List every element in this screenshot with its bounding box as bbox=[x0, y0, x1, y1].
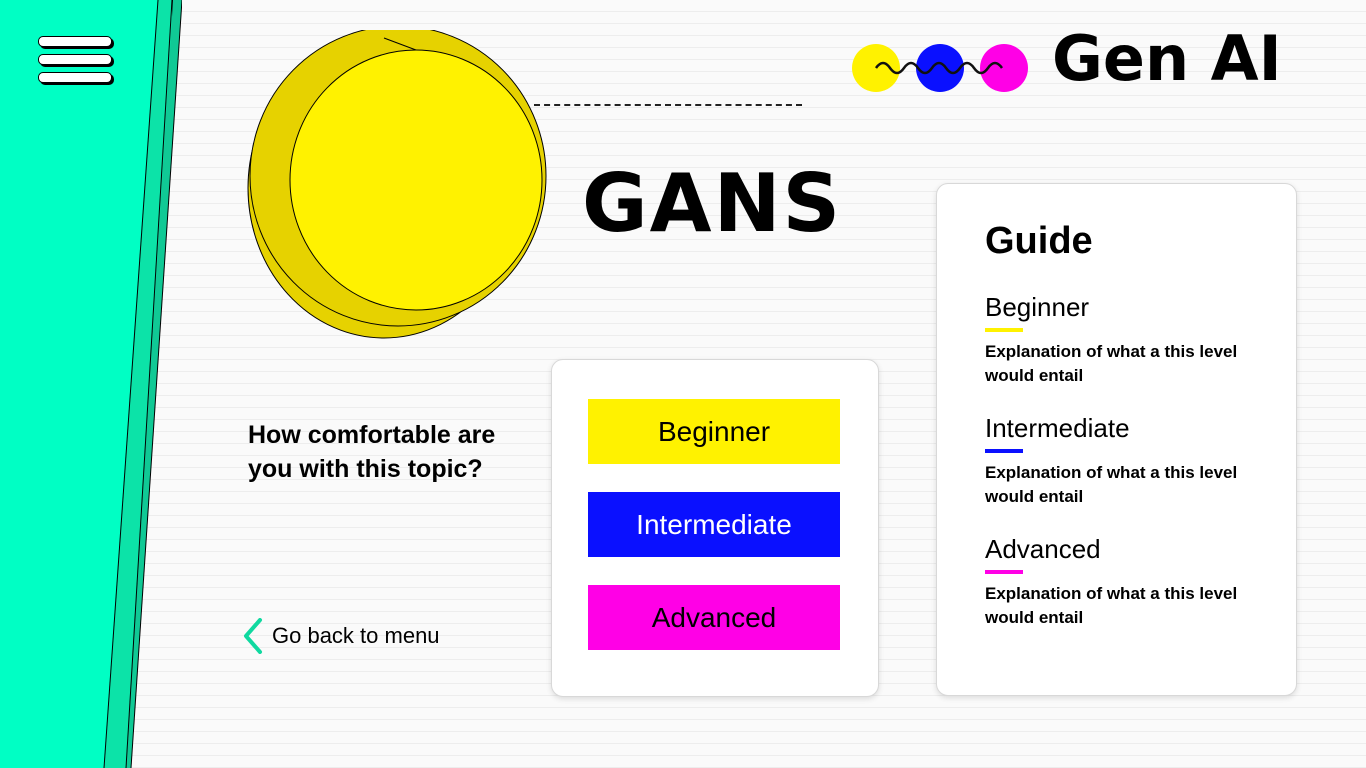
beginner-underline bbox=[985, 328, 1023, 332]
guide-item-beginner: Beginner Explanation of what a this leve… bbox=[985, 292, 1275, 388]
guide-item-description: Explanation of what a this level would e… bbox=[985, 584, 1238, 627]
comfort-question: How comfortable are you with this topic? bbox=[248, 421, 496, 483]
guide-item-label: Advanced bbox=[985, 534, 1101, 564]
dashed-divider bbox=[534, 104, 802, 106]
beginner-button[interactable]: Beginner bbox=[588, 399, 840, 464]
guide-item-description: Explanation of what a this level would e… bbox=[985, 342, 1238, 385]
back-to-menu-link[interactable]: Go back to menu bbox=[240, 618, 440, 654]
chevron-left-icon bbox=[244, 618, 262, 654]
advanced-button[interactable]: Advanced bbox=[588, 585, 840, 650]
level-selection-card: Beginner Intermediate Advanced bbox=[551, 359, 879, 697]
advanced-underline bbox=[985, 570, 1023, 574]
hamburger-menu-icon[interactable] bbox=[38, 34, 114, 86]
guide-title: Guide bbox=[985, 220, 1093, 262]
back-link-label: Go back to menu bbox=[272, 623, 440, 648]
guide-card: Guide Beginner Explanation of what a thi… bbox=[936, 183, 1297, 696]
logo-dots-icon bbox=[852, 44, 1028, 92]
intermediate-button[interactable]: Intermediate bbox=[588, 492, 840, 557]
intermediate-underline bbox=[985, 449, 1023, 453]
page-title: GANS bbox=[582, 157, 843, 250]
guide-item-label: Beginner bbox=[985, 292, 1090, 322]
coin-illustration bbox=[247, 30, 547, 339]
logo-text: Gen AI bbox=[1052, 22, 1282, 95]
guide-item-description: Explanation of what a this level would e… bbox=[985, 463, 1238, 506]
guide-item-label: Intermediate bbox=[985, 413, 1130, 443]
guide-item-advanced: Advanced Explanation of what a this leve… bbox=[985, 534, 1275, 630]
guide-item-intermediate: Intermediate Explanation of what a this … bbox=[985, 413, 1275, 509]
